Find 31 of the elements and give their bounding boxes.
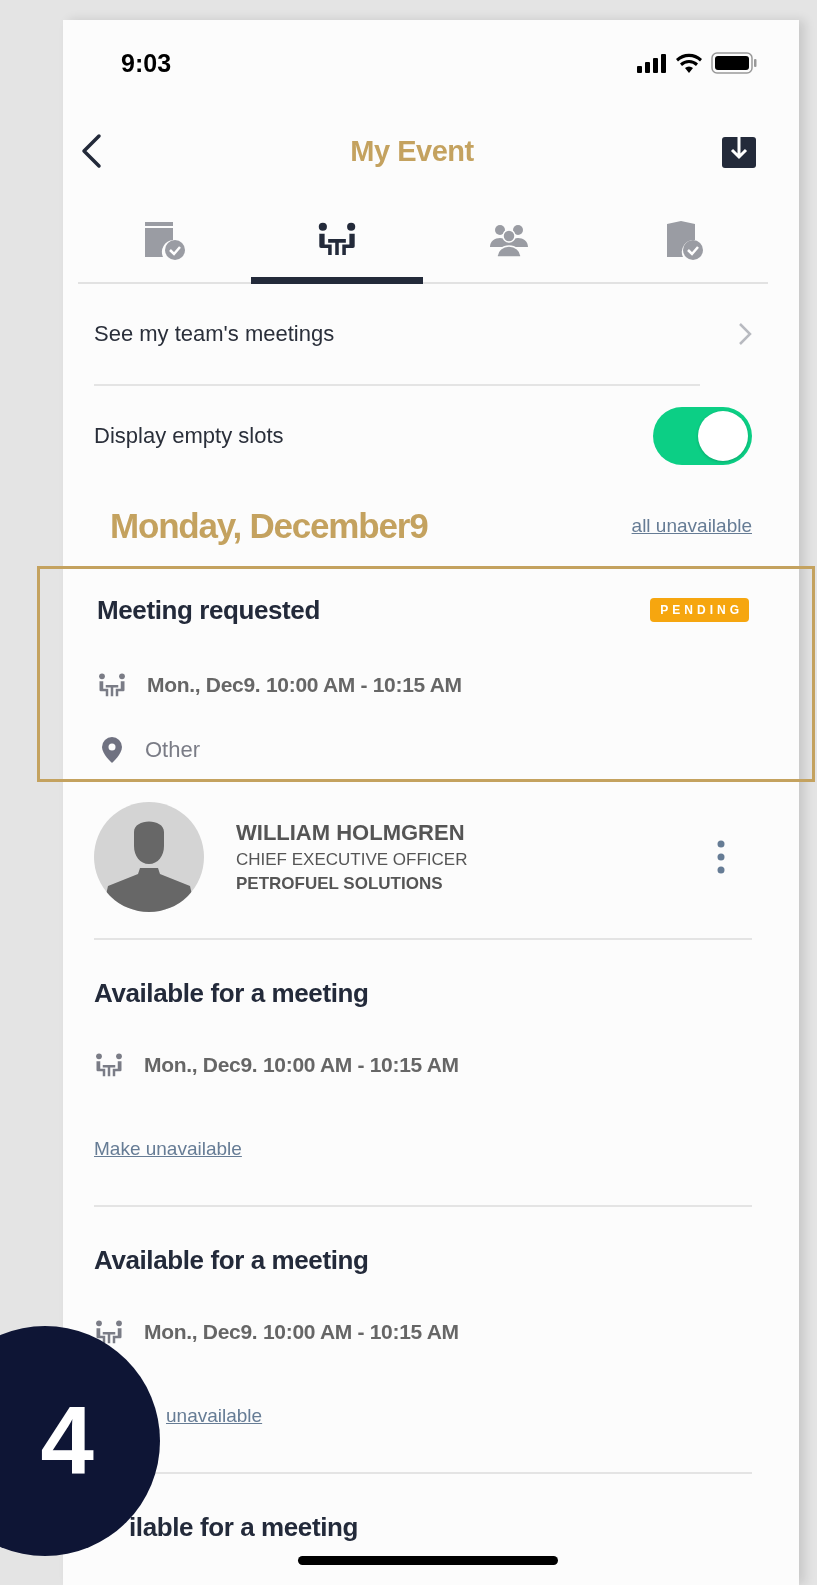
location-pin-icon	[101, 736, 123, 764]
screen-title: My Event	[349, 134, 475, 168]
meeting-icon	[94, 1319, 124, 1345]
slot-title: Available for a meeting	[94, 977, 369, 1009]
person-role: CHIEF EXECUTIVE OFFICER	[236, 850, 469, 870]
slot-title: Available for a meeting	[94, 1244, 369, 1276]
card-title: Meeting requested	[97, 594, 320, 626]
meeting-icon	[97, 672, 127, 698]
meeting-icon	[94, 1052, 124, 1078]
meeting-time: Mon., Dec9. 10:00 AM - 10:15 AM	[147, 673, 462, 697]
team-meetings-link[interactable]: See my team's meetings	[94, 284, 700, 386]
person-company: PETROFUEL SOLUTIONS	[236, 874, 444, 894]
person-name: WILLIAM HOLMGREN	[236, 820, 466, 846]
wifi-icon	[675, 53, 703, 73]
slot-title: ilable for a meeting	[129, 1511, 358, 1543]
more-options-icon[interactable]	[716, 840, 726, 874]
make-unavailable-link[interactable]: Make unavailable	[94, 1138, 242, 1160]
day-heading: Monday, December9	[110, 506, 428, 546]
empty-slots-toggle[interactable]	[653, 407, 752, 465]
signal-icon	[637, 53, 667, 73]
slot-time: Mon., Dec9. 10:00 AM - 10:15 AM	[144, 1053, 459, 1077]
status-badge: PENDING	[650, 598, 749, 622]
slot-time: Mon., Dec9. 10:00 AM - 10:15 AM	[144, 1320, 459, 1344]
meeting-location: Other	[145, 737, 201, 763]
back-icon[interactable]	[79, 133, 103, 169]
battery-icon	[711, 52, 757, 74]
status-time: 9:03	[121, 48, 173, 78]
chevron-right-icon	[738, 322, 752, 346]
toggle-label: Display empty slots	[94, 423, 285, 449]
make-unavailable-link[interactable]: unavailable	[166, 1405, 263, 1427]
all-unavailable-link[interactable]: all unavailable	[631, 515, 752, 537]
